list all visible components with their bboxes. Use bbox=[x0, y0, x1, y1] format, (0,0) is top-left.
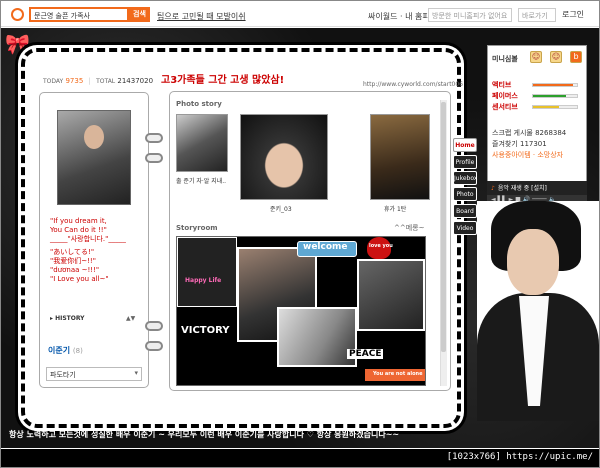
history-label: HISTORY bbox=[55, 315, 85, 322]
happy-life-text: Happy Life bbox=[185, 277, 222, 284]
owner-name-text: 이준기 bbox=[48, 346, 71, 355]
tab-jukebox[interactable]: Jukebox bbox=[453, 171, 477, 185]
goto-select[interactable]: 바로가기 bbox=[518, 8, 556, 22]
history-arrows[interactable]: ▲▼ bbox=[126, 315, 135, 322]
portrait-face bbox=[507, 229, 559, 295]
music-bar[interactable]: ♪ 음악 재생 중 [설치] bbox=[487, 181, 587, 195]
quote-multilang: "あいしてる!" "我爱你们~!!" "dươnaa ~!!!" "I Love… bbox=[50, 248, 109, 283]
scrap-count: 스크랩 게시물 8268384 bbox=[492, 129, 567, 137]
peace-text: PEACE bbox=[347, 349, 384, 359]
photo-thumb-3[interactable] bbox=[370, 114, 430, 200]
stat-famous-bar bbox=[532, 94, 578, 98]
friend-wave-select[interactable]: 파도타기 bbox=[46, 367, 142, 381]
main-scroll-thumb[interactable] bbox=[441, 102, 446, 352]
photo-thumb-1[interactable] bbox=[176, 114, 228, 172]
quote-english: "If you dream it, You Can do it !!" ____… bbox=[50, 217, 126, 243]
total-label: TOTAL bbox=[96, 78, 116, 85]
music-label: 음악 재생 중 [설치] bbox=[497, 185, 547, 192]
homepage-title: 고3가족들 그간 고생 많았삼! bbox=[161, 75, 285, 86]
browser-frame: 문근영 술픈 가족사 검색 팁으로 고민될 때 모발이쉬 싸이월드 · 내 홈피… bbox=[0, 0, 600, 468]
stat-sensitive-bar bbox=[532, 105, 578, 109]
history-link[interactable]: ▸ HISTORY bbox=[50, 315, 85, 322]
stat-active-bar bbox=[532, 83, 578, 87]
total-value: 21437020 bbox=[117, 77, 154, 85]
stat-famous-fill bbox=[533, 95, 566, 97]
main-panel: Photo story 출 준기 자·알 지내.. 준키_03 휴가 1탄 St… bbox=[169, 91, 451, 391]
search-button[interactable]: 검색 bbox=[129, 7, 150, 22]
side-portrait-image bbox=[477, 201, 599, 421]
stat-sensitive-fill bbox=[533, 106, 560, 108]
mini-symbol-icon-1[interactable]: ☺ bbox=[530, 51, 542, 63]
visited-homepage-select[interactable]: 방문한 미니홈피가 없어요 bbox=[428, 8, 512, 22]
today-label: TODAY bbox=[43, 78, 64, 85]
cyworld-logo-icon[interactable] bbox=[11, 8, 24, 21]
binder-ring bbox=[145, 321, 163, 331]
tab-profile[interactable]: Profile bbox=[453, 155, 477, 169]
victory-text: VICTORY bbox=[181, 325, 230, 336]
owner-items-link[interactable]: 사용중아이템 · 소망상자 bbox=[492, 150, 563, 160]
photo-thumb-2[interactable] bbox=[240, 114, 328, 200]
collage-photo-2 bbox=[357, 259, 425, 331]
photo-story-title: Photo story bbox=[176, 100, 222, 108]
photo-caption-2[interactable]: 준키_03 bbox=[270, 204, 292, 213]
tab-board[interactable]: Board bbox=[453, 204, 477, 218]
stat-active-fill bbox=[533, 84, 573, 86]
storyroom-collage[interactable]: Happy Life welcome love you VICTORY PEAC… bbox=[176, 236, 426, 386]
watermark-text: [1023x766] https://upic.me/ bbox=[446, 452, 593, 462]
tab-home[interactable]: Home bbox=[453, 138, 477, 152]
profile-quotes: "If you dream it, You Can do it !!" ____… bbox=[50, 217, 146, 288]
love-you-text: love you bbox=[369, 243, 393, 249]
photo-caption-3[interactable]: 휴가 1탄 bbox=[384, 204, 406, 213]
homepage-url[interactable]: http://www.cyworld.com/start006 bbox=[363, 81, 463, 88]
storyroom-title: Storyroom bbox=[176, 224, 218, 232]
top-nav[interactable]: 싸이월드 · 내 홈피 bbox=[368, 11, 430, 22]
top-bar: 문근영 술픈 가족사 검색 팁으로 고민될 때 모발이쉬 싸이월드 · 내 홈피… bbox=[1, 1, 599, 27]
binder-ring bbox=[145, 341, 163, 351]
mini-symbol-icon-2[interactable]: ☺ bbox=[550, 51, 562, 63]
owner-count: (8) bbox=[72, 347, 83, 355]
visitor-counter: TODAY 9735 | TOTAL 21437020 bbox=[43, 77, 153, 85]
stat-sensitive-label: 센서티브 bbox=[492, 103, 518, 111]
stat-active-label: 액티브 bbox=[492, 81, 512, 89]
collage-photo-3 bbox=[277, 307, 357, 367]
search-input[interactable]: 문근영 술픈 가족사 bbox=[29, 7, 129, 22]
not-alone-text: You are not alone bbox=[373, 371, 423, 377]
favorite-count: 즐겨찾기 117301 bbox=[492, 140, 547, 148]
scrolling-ticker: 항상 노력하고 모든것에 성실한 배우 이준기 ~ 우리모두 이런 배우 이준기… bbox=[9, 430, 400, 439]
mini-symbol-panel: 미니심볼 ☺ ☺ b 액티브 페이머스 센서티브 스크랩 게시물 8268384… bbox=[487, 45, 587, 195]
mini-symbol-title: 미니심볼 bbox=[492, 55, 518, 63]
welcome-text: welcome bbox=[303, 242, 348, 252]
collage-panel bbox=[177, 237, 237, 307]
storyroom-more[interactable]: ^^메롱~ bbox=[394, 223, 424, 233]
owner-name[interactable]: 이준기 (8) bbox=[48, 345, 83, 356]
profile-panel: "If you dream it, You Can do it !!" ____… bbox=[39, 92, 149, 388]
binder-ring bbox=[145, 153, 163, 163]
today-value: 9735 bbox=[65, 77, 84, 85]
mini-symbol-icon-3[interactable]: b bbox=[570, 51, 582, 63]
stat-famous-label: 페이머스 bbox=[492, 92, 518, 100]
photo-caption-1[interactable]: 출 준기 자·알 지내.. bbox=[176, 176, 226, 185]
counter-separator: | bbox=[88, 77, 91, 85]
tab-video[interactable]: Video bbox=[453, 221, 477, 235]
music-note-icon: ♪ bbox=[491, 185, 495, 192]
profile-photo[interactable] bbox=[57, 110, 131, 205]
tab-photo[interactable]: Photo bbox=[453, 187, 477, 201]
tip-link[interactable]: 팁으로 고민될 때 모발이쉬 bbox=[157, 11, 246, 22]
login-button[interactable]: 로그인 bbox=[560, 8, 586, 22]
binder-ring bbox=[145, 133, 163, 143]
